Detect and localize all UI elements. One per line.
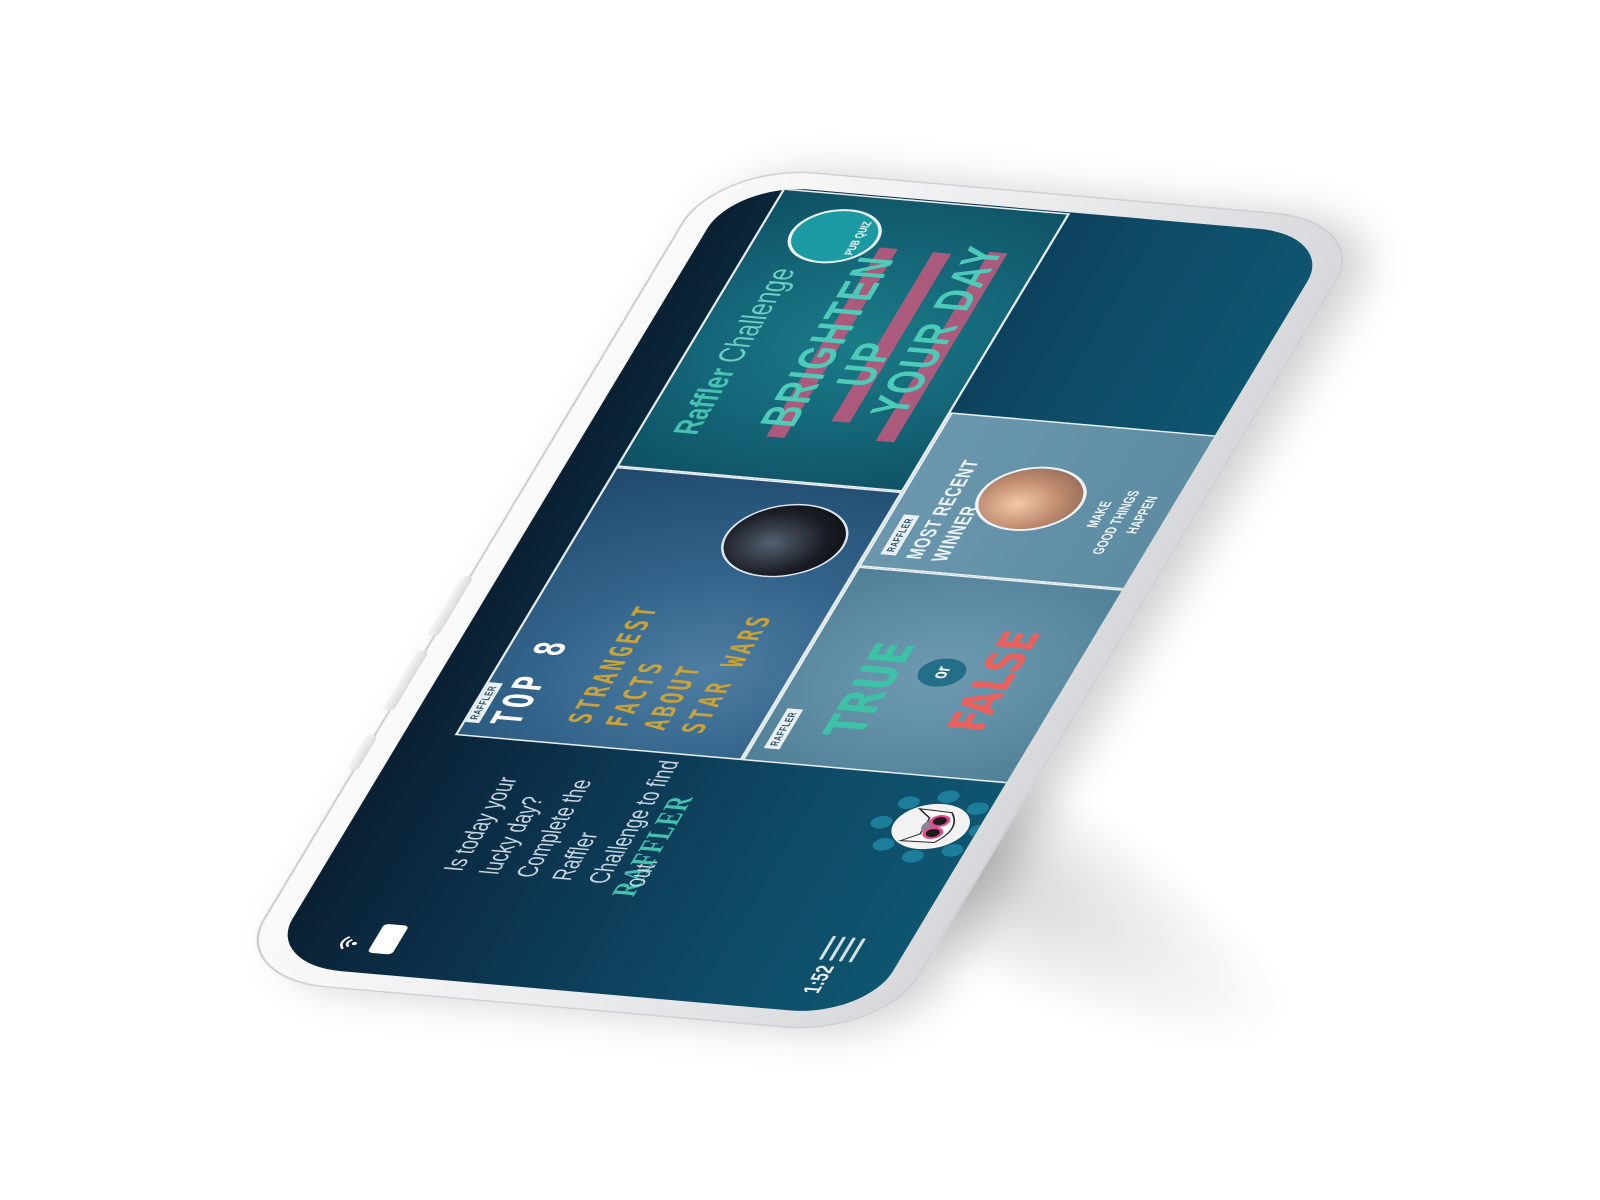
raffler-tag: RAFFLER [763, 708, 804, 750]
battery-icon [367, 923, 410, 955]
vader-helmet-image [706, 500, 864, 581]
wifi-icon [334, 935, 368, 952]
true-word: TRUE [812, 639, 930, 739]
challenge-title-light: Challenge [708, 266, 804, 365]
content-grid: RAFFLER TOP 8 STRANGEST FACTS ABOUT STAR… [454, 188, 1266, 785]
top8-lines: STRANGEST FACTS ABOUT STAR WARS [560, 603, 783, 736]
intro-text: Is today your lucky day? Complete the Ra… [436, 759, 686, 889]
hamburger-menu-icon[interactable] [818, 935, 866, 963]
challenge-title-bold: Raffler [664, 366, 744, 437]
mockup-stage: 1:52 RAFFLER Is today your lucky day? Co… [0, 0, 1600, 1200]
status-time: 1:52 [797, 964, 840, 995]
